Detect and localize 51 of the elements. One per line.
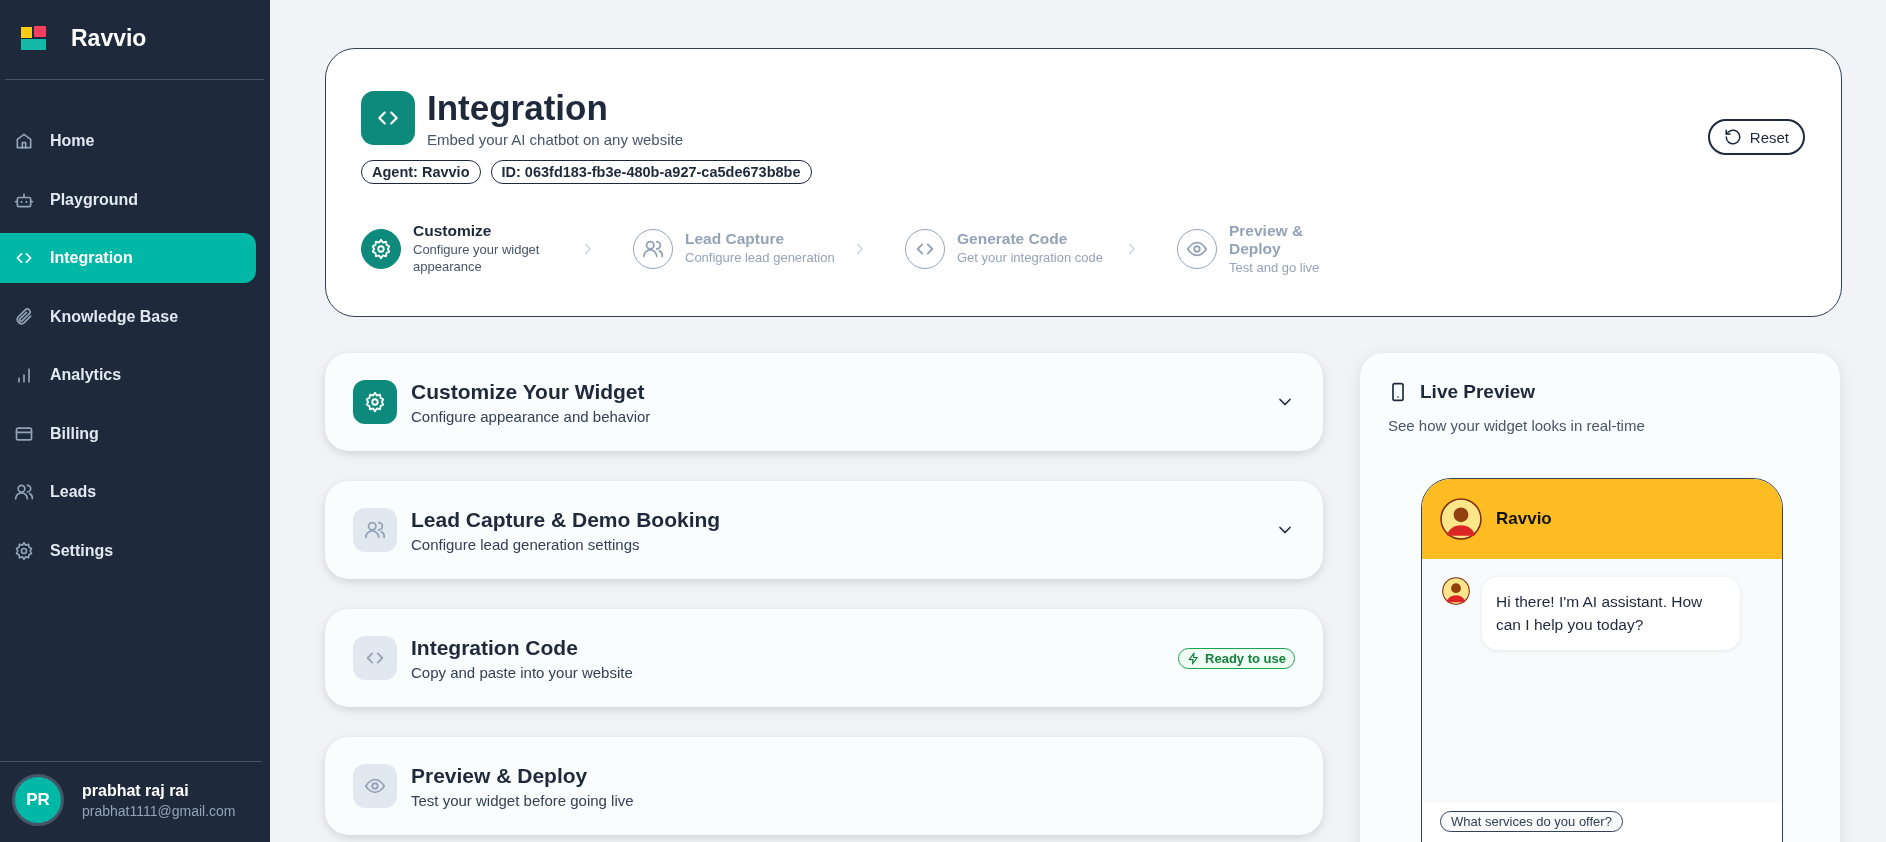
section-title: Integration Code	[411, 635, 579, 660]
step-title: Preview & Deploy	[1229, 221, 1305, 258]
step-description: Configure your widget appearance	[413, 242, 541, 276]
avatar-icon	[1442, 577, 1470, 606]
nav-item[interactable]: Playground	[0, 174, 256, 225]
section-title: Preview & Deploy	[411, 763, 589, 788]
chat-bubble: Hi there! I'm AI assistant. How can I help you today?	[1482, 577, 1740, 651]
reset-icon	[1723, 128, 1742, 146]
settings-icon	[370, 237, 392, 260]
settings-icon	[14, 540, 34, 561]
nav-item[interactable]: Billing	[0, 408, 256, 459]
suggestion-chip[interactable]: What services do you offer?	[1440, 811, 1623, 833]
step-description: Configure lead generation	[685, 250, 835, 268]
panel-subtitle: See how your widget looks in real-time	[1388, 417, 1646, 435]
nav-item[interactable]: Settings	[0, 525, 256, 576]
section-subtitle: Configure lead generation settings	[411, 535, 641, 553]
nav-item[interactable]: Knowledge Base	[0, 291, 256, 342]
avatar-icon	[1440, 498, 1482, 541]
section-title: Lead Capture & Demo Booking	[411, 507, 722, 532]
logo-icon	[21, 25, 47, 52]
section-card[interactable]: Integration Code Copy and paste into your website Ready to use	[325, 609, 1323, 708]
nav-item[interactable]: Leads	[0, 467, 256, 517]
reset-button[interactable]: Reset	[1707, 119, 1805, 155]
bot-name: Ravvio	[1496, 509, 1552, 530]
page-title: Integration	[427, 89, 609, 128]
settings-icon	[364, 391, 386, 414]
nav-item[interactable]: Home	[0, 116, 256, 166]
paperclip-icon	[14, 306, 34, 327]
user-email: prabhat1111@gmail.com	[82, 802, 236, 819]
section-subtitle: Copy and paste into your website	[411, 663, 634, 681]
step-title: Generate Code	[957, 230, 1069, 249]
page-subtitle: Embed your AI chatbot on any website	[427, 130, 683, 148]
user-name: prabhat raj rai	[82, 781, 190, 800]
step-title: Lead Capture	[685, 230, 786, 249]
section-card[interactable]: Preview & Deploy Test your widget before going live	[325, 737, 1323, 836]
section-subtitle: Test your widget before going live	[411, 791, 635, 809]
section-card[interactable]: Customize Your Widget Configure appearance and behavior	[325, 353, 1323, 452]
step-indicator[interactable]	[361, 228, 401, 269]
panel-title: Live Preview	[1420, 381, 1536, 404]
status-badge: Ready to use	[1178, 647, 1295, 669]
section-title: Customize Your Widget	[411, 379, 646, 404]
people-icon	[14, 482, 34, 502]
step-title: Customize	[413, 222, 493, 241]
section-card[interactable]: Lead Capture & Demo Booking Configure lead generation settings	[325, 481, 1323, 580]
nav-item[interactable]: Analytics	[0, 350, 256, 400]
house-icon	[14, 131, 34, 151]
lightning-icon	[1187, 651, 1201, 665]
brand-name: Ravvio	[71, 25, 147, 52]
step-description: Test and go live	[1229, 259, 1321, 277]
step-description: Get your integration code	[957, 250, 1104, 268]
section-subtitle: Configure appearance and behavior	[411, 407, 652, 425]
